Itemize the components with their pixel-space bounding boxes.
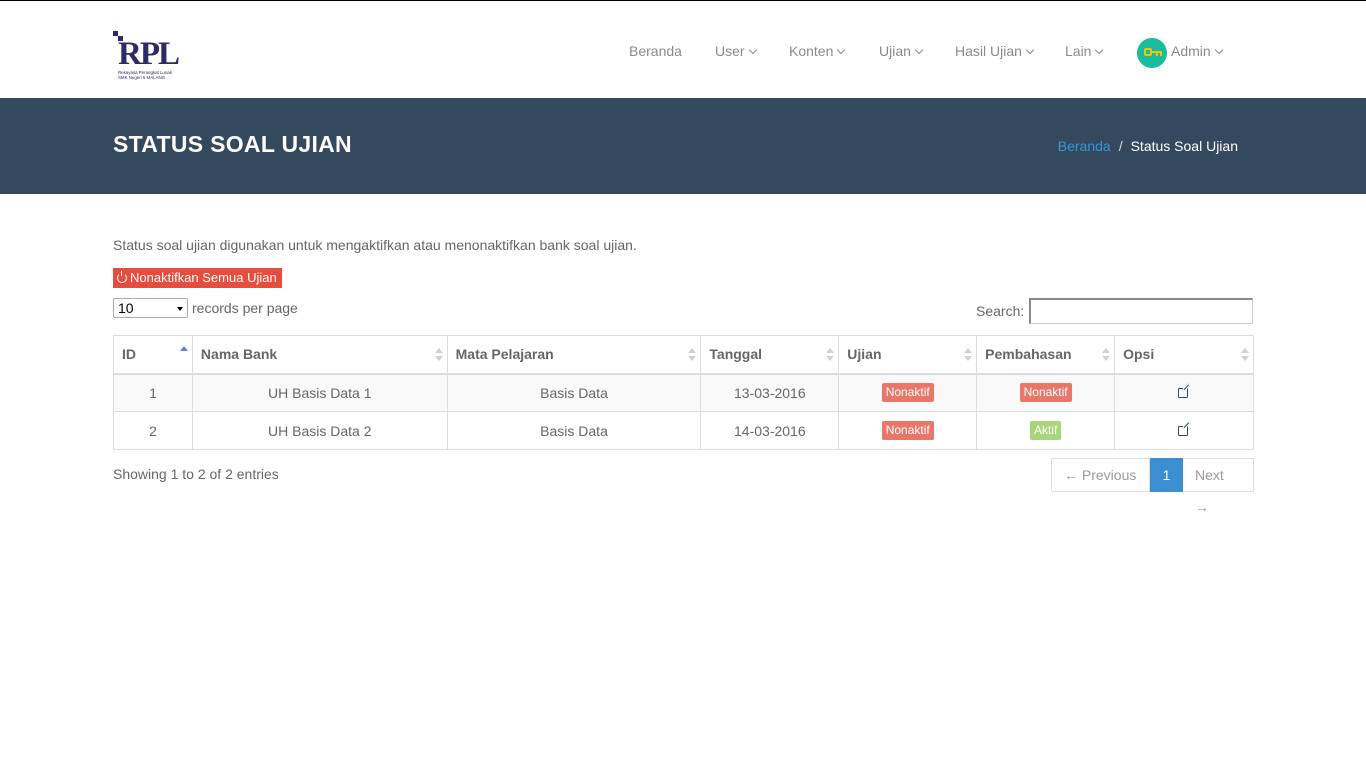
status-badge[interactable]: Nonaktif — [881, 383, 934, 403]
sort-icon — [434, 348, 443, 362]
cell-id: 2 — [113, 411, 193, 450]
chevron-down-icon — [914, 45, 924, 55]
nav-ujian[interactable]: Ujian — [879, 43, 924, 59]
column-label: Mata Pelajaran — [455, 346, 554, 363]
cell-ujian: Nonaktif — [838, 373, 978, 412]
cell-opsi — [1114, 411, 1254, 450]
column-label: Opsi — [1123, 346, 1155, 363]
column-label: Ujian — [847, 346, 882, 363]
cell-tanggal: 14-03-2016 — [700, 411, 840, 450]
column-header-mata-pelajaran[interactable]: Mata Pelajaran — [446, 335, 702, 375]
sort-icon — [826, 348, 835, 362]
page-length-label: records per page — [192, 300, 298, 316]
logo-subtitle: Rekayasa Perangkat Lunak SMK Negeri 5 MA… — [118, 70, 178, 80]
dropdown-arrow-icon — [177, 307, 183, 311]
nav-hasil-ujian-label: Hasil Ujian — [955, 43, 1022, 59]
cell-mata-pelajaran: Basis Data — [446, 411, 702, 450]
table-header-row: ID Nama Bank Mata Pelajaran Tanggal Ujia… — [113, 335, 1254, 375]
search-input[interactable] — [1029, 298, 1253, 324]
logo-subtitle-line-2: SMK Negeri 5 MALANG — [118, 75, 166, 80]
user-avatar[interactable] — [1137, 38, 1167, 68]
chevron-down-icon — [748, 45, 757, 55]
previous-page-button[interactable]: ← Previous — [1051, 458, 1150, 492]
sort-icon — [964, 348, 973, 362]
chevron-down-icon — [837, 45, 846, 55]
column-header-nama-bank[interactable]: Nama Bank — [191, 335, 448, 375]
deactivate-all-button[interactable]: Nonaktifkan Semua Ujian — [113, 268, 282, 288]
column-header-opsi[interactable]: Opsi — [1114, 335, 1254, 375]
column-label: Nama Bank — [200, 346, 278, 363]
breadcrumb-separator: / — [1118, 138, 1123, 154]
exam-status-table: ID Nama Bank Mata Pelajaran Tanggal Ujia… — [113, 335, 1254, 450]
column-header-id[interactable]: ID — [113, 335, 193, 375]
breadcrumb-current: Status Soal Ujian — [1130, 138, 1238, 154]
chevron-down-icon — [1095, 45, 1104, 55]
column-header-tanggal[interactable]: Tanggal — [700, 335, 840, 375]
cell-pembahasan: Aktif — [976, 411, 1116, 450]
cell-pembahasan: Nonaktif — [976, 373, 1116, 412]
nav-ujian-label: Ujian — [879, 43, 911, 59]
logo-text: RPL — [118, 36, 180, 72]
key-icon-tooth — [1156, 52, 1158, 56]
navbar: RPL Rekayasa Perangkat Lunak SMK Negeri … — [0, 1, 1366, 98]
nav-beranda[interactable]: Beranda — [629, 43, 682, 59]
edit-icon[interactable] — [1177, 382, 1191, 398]
pagination: ← Previous 1 Next → — [1051, 458, 1254, 515]
sort-icon — [1102, 348, 1111, 362]
cell-nama-bank: UH Basis Data 1 — [191, 373, 448, 412]
search-label: Search: — [976, 303, 1025, 319]
nav-user[interactable]: User — [715, 43, 757, 59]
edit-icon[interactable] — [1177, 420, 1191, 436]
nav-hasil-ujian[interactable]: Hasil Ujian — [955, 43, 1035, 59]
deactivate-all-label: Nonaktifkan Semua Ujian — [130, 270, 277, 285]
page-title: STATUS SOAL UJIAN — [113, 131, 352, 157]
status-badge[interactable]: Nonaktif — [881, 421, 934, 440]
nav-konten[interactable]: Konten — [789, 43, 846, 59]
table-info: Showing 1 to 2 of 2 entries — [113, 466, 279, 482]
cell-mata-pelajaran: Basis Data — [446, 373, 702, 412]
nav-beranda-label: Beranda — [629, 43, 682, 59]
cell-opsi — [1114, 373, 1254, 412]
rpl-logo[interactable]: RPL Rekayasa Perangkat Lunak SMK Negeri … — [113, 29, 180, 81]
page-description: Status soal ujian digunakan untuk mengak… — [113, 237, 637, 253]
breadcrumb-home-link[interactable]: Beranda — [1058, 138, 1111, 154]
cell-id: 1 — [113, 373, 193, 412]
page-length-select[interactable]: 10 — [113, 298, 188, 318]
nav-konten-label: Konten — [789, 43, 834, 59]
chevron-down-icon — [1214, 45, 1223, 55]
cell-nama-bank: UH Basis Data 2 — [191, 411, 448, 450]
sort-icon — [688, 348, 697, 362]
breadcrumb: Beranda / Status Soal Ujian — [1058, 138, 1238, 154]
table-row: 1 UH Basis Data 1 Basis Data 13-03-2016 … — [113, 373, 1254, 412]
chevron-down-icon — [1025, 45, 1035, 55]
nav-user-label: User — [715, 43, 745, 59]
page-length-value: 10 — [118, 300, 134, 316]
sort-icon — [1241, 348, 1249, 362]
column-header-ujian[interactable]: Ujian — [838, 335, 978, 375]
cell-ujian: Nonaktif — [838, 411, 978, 450]
nav-admin-label: Admin — [1171, 43, 1211, 59]
nav-lain-label: Lain — [1065, 43, 1092, 59]
sort-ascending-icon — [179, 346, 188, 362]
cell-tanggal: 13-03-2016 — [700, 373, 840, 412]
table-row: 2 UH Basis Data 2 Basis Data 14-03-2016 … — [113, 411, 1254, 450]
status-badge[interactable]: Aktif — [1029, 421, 1062, 440]
page-header: STATUS SOAL UJIAN Beranda / Status Soal Uj… — [0, 98, 1366, 194]
page-1-button[interactable]: 1 — [1150, 458, 1183, 492]
column-label: Tanggal — [709, 346, 763, 363]
column-header-pembahasan[interactable]: Pembahasan — [976, 335, 1116, 375]
key-icon-tooth — [1160, 52, 1162, 56]
column-label: Pembahasan — [985, 346, 1072, 363]
power-icon — [117, 271, 127, 283]
nav-admin[interactable]: Admin — [1171, 43, 1223, 59]
column-label: ID — [122, 346, 136, 363]
next-page-button[interactable]: Next → — [1183, 458, 1254, 515]
nav-lain[interactable]: Lain — [1065, 43, 1104, 59]
status-badge[interactable]: Nonaktif — [1019, 383, 1072, 403]
